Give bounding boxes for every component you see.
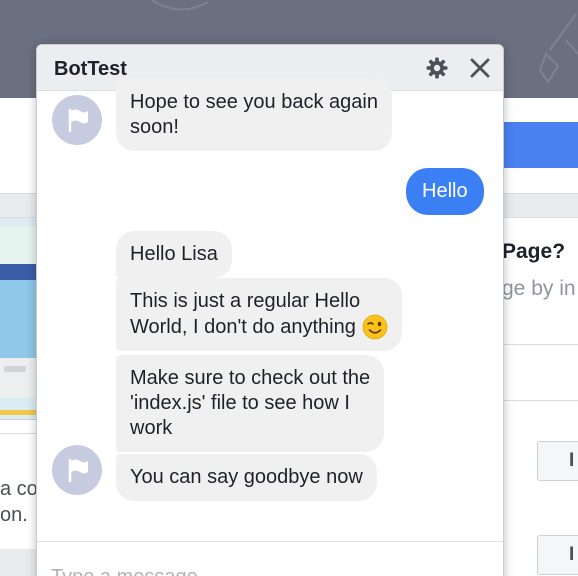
chat-title: BotTest (54, 58, 127, 80)
wink-emoji-icon (362, 314, 388, 340)
page-left-divider (0, 433, 40, 434)
message-text: You can say goodbye now (130, 466, 363, 488)
header-doodle-icon (151, 0, 209, 11)
bot-avatar (52, 95, 102, 145)
bot-message-bubble: You can say goodbye now (116, 454, 377, 501)
message-text-line: soon! (130, 116, 179, 138)
page-right-divider (502, 344, 578, 345)
page-right-subtext: ge by in (502, 277, 576, 300)
message-text-line: World, I don't do anything (130, 314, 388, 340)
page-left-text-line: on. (0, 504, 28, 526)
message-text: Hello (422, 180, 468, 202)
bot-message-bubble: Hello Lisa (116, 231, 232, 278)
user-message-bubble: Hello (406, 168, 484, 215)
flag-icon (68, 458, 88, 483)
gear-icon[interactable] (425, 56, 449, 80)
close-icon[interactable] (468, 56, 492, 80)
page-right-button[interactable]: I (537, 535, 578, 575)
message-text-line: This is just a regular Hello (130, 290, 361, 312)
page-left-footer (0, 549, 40, 576)
brush-doodle-icon (538, 13, 578, 84)
message-text-line: work (130, 417, 173, 439)
message-text-line: 'index.js' file to see how I (130, 392, 350, 414)
chat-composer (37, 541, 503, 576)
message-text-line: Hope to see you back again (130, 91, 378, 113)
page-left-text-line: a cov (0, 478, 40, 500)
bot-avatar (52, 445, 102, 495)
message-text: Hello Lisa (130, 243, 218, 265)
message-text: World, I don't do anything (130, 316, 356, 338)
bot-message-bubble: Make sure to check out the 'index.js' fi… (116, 355, 385, 452)
page-right-heading: Page? (502, 240, 566, 263)
flag-icon (68, 108, 88, 133)
message-input[interactable] (51, 566, 491, 576)
page-right-button[interactable]: I (537, 441, 578, 481)
chat-window: BotTest Hope to see you back again soon!… (36, 44, 504, 576)
page-right-divider (502, 400, 578, 401)
page-preview-thumbnail (0, 218, 40, 420)
bot-message-bubble: This is just a regular Hello World, I do… (116, 278, 402, 351)
message-text-line: Make sure to check out the (130, 367, 371, 389)
bot-message-bubble: Hope to see you back again soon! (116, 79, 392, 151)
